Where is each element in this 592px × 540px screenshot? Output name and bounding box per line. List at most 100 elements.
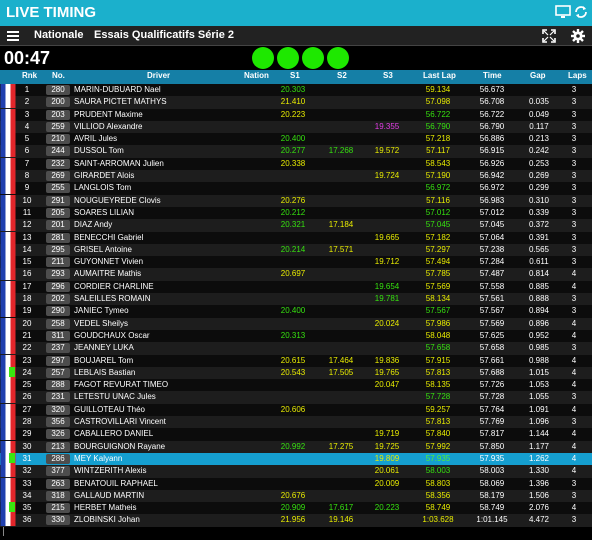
table-row[interactable]: 12 201 DIAZ Andy 20.321 17.184 57.045 57.045 0.…: [0, 219, 592, 232]
best-time: 57.487: [479, 269, 505, 279]
table-row[interactable]: 16 293 AUMAITRE Mathis 20.697 57.785 57.487 0.…: [0, 268, 592, 281]
last-lap-time: 57.813: [425, 367, 451, 377]
rank-cell: 31: [22, 453, 32, 463]
table-row[interactable]: 3 203 PRUDENT Maxime 20.223 56.722 56.722 0.04…: [0, 108, 592, 121]
rank-cell: 33: [22, 478, 32, 488]
rank-cell: 16: [22, 269, 32, 279]
col-rnk[interactable]: Rnk: [22, 71, 37, 80]
lap-count: 3: [571, 294, 577, 304]
table-row[interactable]: 25 288 FAGOT REVURAT TIMEO 20.047 58.135 57.7…: [0, 379, 592, 392]
table-row[interactable]: 29 326 CABALLERO DANIEL 19.719 57.840 57.817 1…: [0, 428, 592, 441]
last-lap-time: 57.098: [425, 97, 451, 107]
last-lap-time: 57.117: [426, 146, 450, 156]
table-row[interactable]: 35 215 HERBET Matheis 20.909 17.617 20.223 58.…: [0, 502, 592, 515]
table-row[interactable]: 7 232 SAINT-ARROMAN Julien 20.338 58.543 56.9…: [0, 157, 592, 171]
lap-count: 4: [571, 404, 577, 414]
best-time: 57.558: [479, 281, 505, 291]
france-flag-icon: [0, 84, 16, 96]
car-number: 269: [46, 171, 70, 182]
best-time: 56.708: [479, 97, 505, 107]
col-no[interactable]: No.: [52, 71, 65, 80]
lap-count: 3: [571, 515, 577, 525]
driver-name: WINTZERITH Alexis: [74, 466, 147, 476]
table-row[interactable]: 13 281 BENECCHI Gabriel 19.665 57.182 57.064 0…: [0, 231, 592, 244]
lap-count: 4: [571, 355, 577, 365]
sector1-time: 20.676: [280, 490, 306, 500]
car-number: 231: [46, 392, 70, 403]
pit-marker: [9, 366, 15, 377]
col-time[interactable]: Time: [483, 71, 502, 80]
table-row[interactable]: 8 269 GIRARDET Alois 19.724 57.190 56.942 0.26…: [0, 170, 592, 183]
table-row[interactable]: 2 200 SAURA PICTET MATHYS 21.410 57.098 56.70…: [0, 96, 592, 109]
col-laps[interactable]: Laps: [568, 71, 587, 80]
table-row[interactable]: 33 263 BENATOUIL RAPHAEL 20.009 58.803 58.069…: [0, 477, 592, 490]
france-flag-icon: [0, 145, 16, 158]
col-s2[interactable]: S2: [337, 71, 347, 80]
monitor-icon[interactable]: [555, 4, 571, 20]
table-row[interactable]: 28 356 CASTROVILLARI Vincent 57.813 57.769 1.…: [0, 416, 592, 429]
table-row[interactable]: 11 205 SOARES LILIAN 20.212 57.012 57.012 0.33…: [0, 206, 592, 220]
rank-cell: 2: [24, 97, 30, 107]
table-row[interactable]: 1 280 MARIN-DUBUARD Nael 20.303 59.134 56.673…: [0, 84, 592, 97]
sector3-time: 19.572: [374, 146, 400, 156]
france-flag-icon: [0, 108, 16, 121]
table-row[interactable]: 19 290 JANIEC Tymeo 20.400 57.567 57.567 0.894…: [0, 305, 592, 318]
table-row[interactable]: 18 202 SALEILLES ROMAIN 19.781 58.134 57.561 0…: [0, 293, 592, 306]
table-row[interactable]: 17 296 CORDIER CHARLINE 19.654 57.569 57.558 0…: [0, 280, 592, 294]
france-flag-icon: [0, 477, 16, 490]
lap-count: 3: [571, 244, 577, 254]
table-row[interactable]: 31 286 MEY Kalyann 19.809 57.935 57.935 1.262 4: [0, 452, 592, 466]
gap-time: 0.299: [528, 183, 550, 193]
best-time: 57.561: [479, 294, 505, 304]
last-lap-time: 57.569: [425, 281, 451, 291]
table-row[interactable]: 30 213 BOURGUIGNON Rayane 20.992 17.275 19.72…: [0, 440, 592, 453]
table-row[interactable]: 36 330 ZLOBINSKI Johan 21.956 19.146 1:03.628…: [0, 514, 592, 527]
lap-count: 3: [571, 134, 577, 144]
table-row[interactable]: 6 244 DUSSOL Tom 20.277 17.268 19.572 57.117 56…: [0, 145, 592, 158]
table-row[interactable]: 5 210 AVRIL Jules 20.400 57.218 56.886 0.213 3: [0, 133, 592, 146]
gap-time: 1.177: [528, 441, 550, 451]
col-nation[interactable]: Nation: [244, 71, 269, 80]
table-row[interactable]: 26 231 LETESTU UNAC Jules 57.728 57.728 1.055…: [0, 391, 592, 404]
lap-count: 4: [571, 453, 577, 463]
table-row[interactable]: 4 259 VILLIOD Alexandre 19.355 56.790 56.790 0…: [0, 120, 592, 134]
table-row[interactable]: 34 318 GALLAUD MARTIN 20.676 58.356 58.179 1.5…: [0, 489, 592, 503]
table-row[interactable]: 27 320 GUILLOTEAU Théo 20.606 59.257 57.764 1.…: [0, 403, 592, 417]
table-row[interactable]: 32 377 WINTZERITH Alexis 20.061 58.003 58.003…: [0, 465, 592, 478]
car-number: 263: [46, 478, 70, 489]
gap-time: 0.888: [528, 294, 550, 304]
lap-count: 3: [571, 232, 577, 242]
table-row[interactable]: 24 257 LEBLAIS Bastian 20.543 17.505 19.765 57…: [0, 366, 592, 380]
gear-icon[interactable]: [570, 28, 586, 44]
france-flag-icon: [0, 256, 16, 269]
table-row[interactable]: 15 211 GUYONNET Vivien 19.712 57.494 57.284 0.…: [0, 256, 592, 269]
last-lap-time: 58.134: [425, 294, 451, 304]
car-number: 280: [46, 85, 70, 95]
col-s1[interactable]: S1: [290, 71, 300, 80]
refresh-icon[interactable]: [573, 4, 589, 20]
table-row[interactable]: 21 311 GOUDCHAUX Oscar 20.313 58.048 57.625 0.…: [0, 329, 592, 343]
car-number: 205: [46, 207, 70, 218]
gap-time: 1.330: [528, 466, 550, 476]
best-time: 58.069: [479, 478, 505, 488]
table-row[interactable]: 22 237 JEANNEY LUKA 57.658 57.658 0.985 3: [0, 342, 592, 355]
fullscreen-icon[interactable]: [541, 28, 557, 44]
table-row[interactable]: 9 255 LANGLOIS Tom 56.972 56.972 0.299 3: [0, 182, 592, 195]
table-row[interactable]: 14 295 GRISEL Antoine 20.214 17.571 57.297 57.…: [0, 243, 592, 257]
gap-time: 0.565: [528, 244, 550, 254]
rank-cell: 22: [22, 343, 32, 353]
col-driver[interactable]: Driver: [147, 71, 170, 80]
col-s3[interactable]: S3: [383, 71, 393, 80]
sector1-time: 20.313: [280, 330, 306, 340]
rank-cell: 5: [24, 134, 30, 144]
col-last-lap[interactable]: Last Lap: [423, 71, 456, 80]
table-row[interactable]: 20 258 VEDEL Sheilys 20.024 57.986 57.569 0.89…: [0, 317, 592, 330]
col-gap[interactable]: Gap: [530, 71, 546, 80]
car-number: 286: [46, 453, 70, 464]
gap-time: 0.952: [528, 330, 550, 340]
table-row[interactable]: 10 291 NOUGUEYREDE Clovis 20.276 57.116 56.98…: [0, 194, 592, 207]
driver-name: VILLIOD Alexandre: [74, 121, 143, 131]
menu-icon[interactable]: [6, 29, 20, 43]
table-row[interactable]: 23 297 BOUJAREL Tom 20.615 17.464 19.836 57.91…: [0, 354, 592, 367]
driver-name: LETESTU UNAC Jules: [74, 392, 156, 402]
